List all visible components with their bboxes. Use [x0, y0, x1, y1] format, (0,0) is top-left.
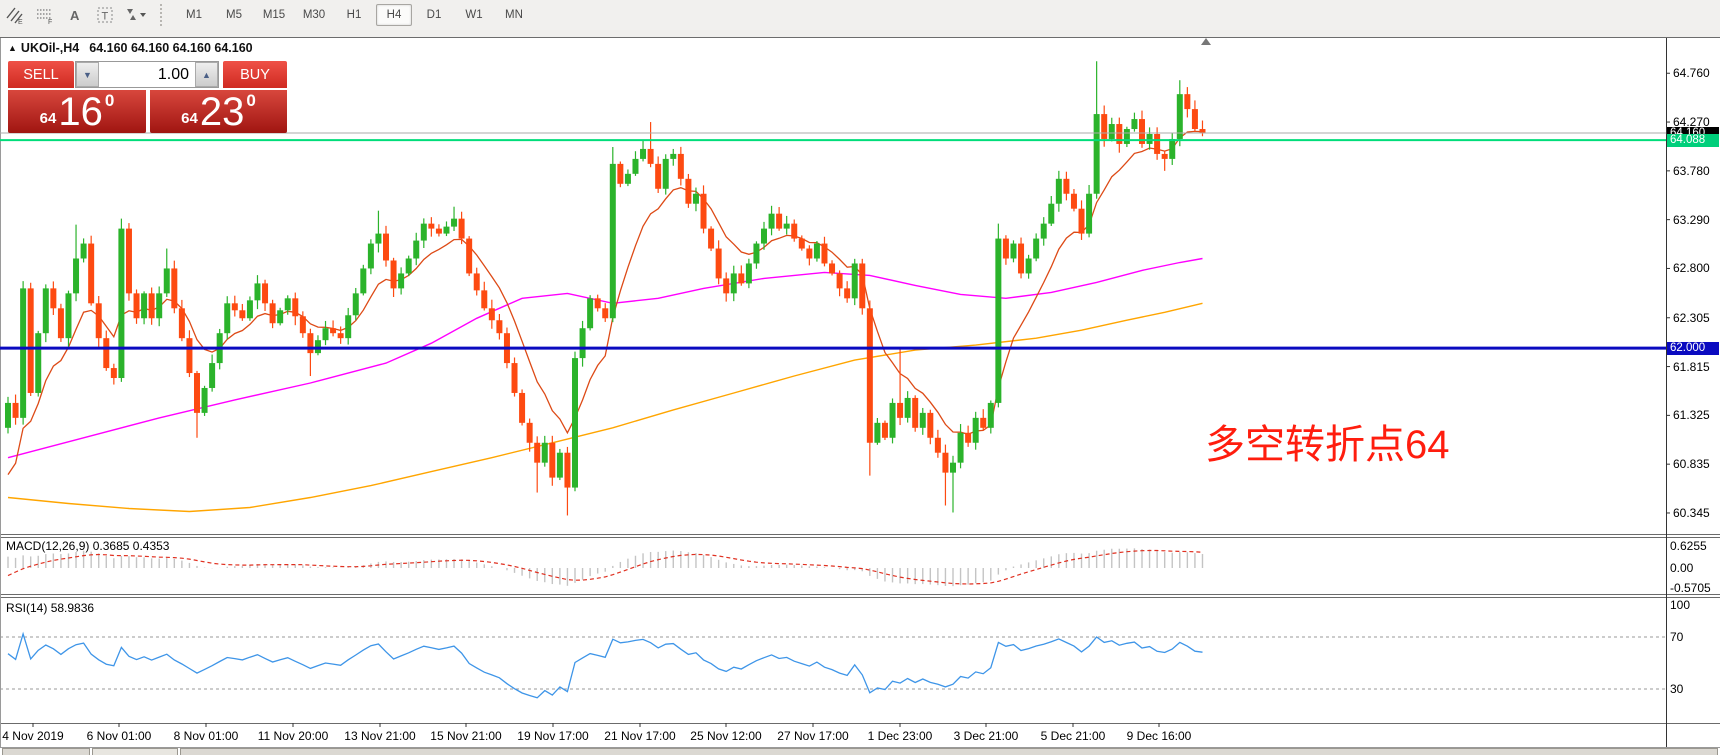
- one-click-trade-panel: SELL ▼ ▲ BUY 64 16 0 64 23 0: [8, 61, 287, 133]
- buy-price-sup: 0: [246, 91, 256, 110]
- rsi-axis-label: 70: [1670, 630, 1684, 644]
- rsi-line: [7, 631, 1203, 699]
- bid-price-badge: 64.088: [1667, 133, 1719, 147]
- price-tick-label: 61.815: [1673, 359, 1710, 374]
- buy-price-prefix: 64: [181, 110, 198, 127]
- volume-increase-button[interactable]: ▲: [194, 62, 218, 87]
- volume-input[interactable]: [98, 62, 195, 87]
- date-tick-label: 25 Nov 12:00: [690, 729, 762, 743]
- date-tick-label: 1 Dec 23:00: [867, 729, 933, 743]
- macd-axis-label: 0.00: [1670, 561, 1694, 575]
- sell-price-display[interactable]: 64 16 0: [8, 90, 146, 133]
- macd-indicator-label: MACD(12,26,9) 0.3685 0.4353: [6, 539, 170, 553]
- ma-orange-line: [7, 302, 1203, 513]
- macd-signal-value: 0.4353: [132, 539, 170, 553]
- price-tick-label: 61.325: [1673, 408, 1710, 423]
- price-tick-label: 63.290: [1673, 212, 1710, 227]
- price-tick-label: 63.780: [1673, 163, 1710, 178]
- macd-axis-label: -0.5705: [1670, 581, 1711, 596]
- buy-price-display[interactable]: 64 23 0: [150, 90, 287, 133]
- rsi-axis-label: 30: [1670, 682, 1684, 696]
- chart-annotation-text: 多空转折点64: [1205, 423, 1450, 467]
- date-tick-label: 15 Nov 21:00: [430, 729, 502, 743]
- ohlc-values: 64.160 64.160 64.160 64.160: [89, 41, 253, 55]
- rsi-value: 58.9836: [50, 601, 95, 615]
- price-tick-label: 62.800: [1673, 261, 1710, 276]
- rsi-indicator-label: RSI(14) 58.9836: [6, 601, 95, 615]
- chart-shift-marker-icon: [1201, 38, 1211, 45]
- buy-button[interactable]: BUY: [222, 61, 287, 88]
- chart-title: ▲ UKOil-,H4 64.160 64.160 64.160 64.160: [8, 41, 253, 55]
- macd-signal-line: [7, 549, 1203, 585]
- panel-borders: [0, 37, 1720, 748]
- hline-price-badge: 62.000: [1667, 341, 1719, 355]
- sell-price-sup: 0: [104, 91, 115, 110]
- rsi-axis-label: 100: [1670, 598, 1691, 612]
- sell-price-prefix: 64: [39, 110, 57, 127]
- date-tick-label: 6 Nov 01:00: [86, 729, 152, 743]
- volume-decrease-button[interactable]: ▼: [75, 62, 99, 87]
- bottom-tab-stub[interactable]: [92, 748, 178, 755]
- price-tick-label: 60.835: [1673, 457, 1710, 472]
- date-tick-label: 8 Nov 01:00: [173, 729, 239, 743]
- date-tick-label: 11 Nov 20:00: [257, 729, 329, 743]
- date-tick-label: 19 Nov 17:00: [517, 729, 589, 743]
- symbol-period-label: UKOil-,H4: [20, 41, 80, 55]
- price-tick-label: 60.345: [1673, 505, 1710, 520]
- macd-main-value: 0.3685: [92, 539, 130, 553]
- mt4-terminal-window: { "toolbar": { "tool_icons": [ {"name": …: [0, 0, 1720, 755]
- date-tick-label: 5 Dec 21:00: [1040, 729, 1106, 743]
- date-tick-label: 27 Nov 17:00: [777, 729, 849, 743]
- price-tick-label: 62.305: [1673, 310, 1710, 325]
- sell-button[interactable]: SELL: [8, 61, 74, 88]
- volume-stepper: ▼ ▲: [74, 61, 219, 88]
- date-tick-label: 4 Nov 2019: [2, 729, 64, 743]
- macd-histogram: [7, 548, 1204, 587]
- collapse-arrow-icon[interactable]: ▲: [8, 43, 17, 53]
- ma-fast-red-line: [7, 130, 1203, 475]
- date-tick-label: 13 Nov 21:00: [344, 729, 416, 743]
- date-tick-label: 3 Dec 21:00: [953, 729, 1019, 743]
- macd-axis-label: 0.6255: [1670, 539, 1707, 554]
- bottom-status-stub[interactable]: [180, 748, 1718, 755]
- bottom-tab-stub[interactable]: [2, 748, 90, 755]
- date-tick-label: 9 Dec 16:00: [1126, 729, 1192, 743]
- buy-price-big: 23: [199, 90, 245, 134]
- sell-price-big: 16: [58, 90, 103, 134]
- date-tick-label: 21 Nov 17:00: [604, 729, 676, 743]
- price-tick-label: 64.760: [1673, 66, 1710, 81]
